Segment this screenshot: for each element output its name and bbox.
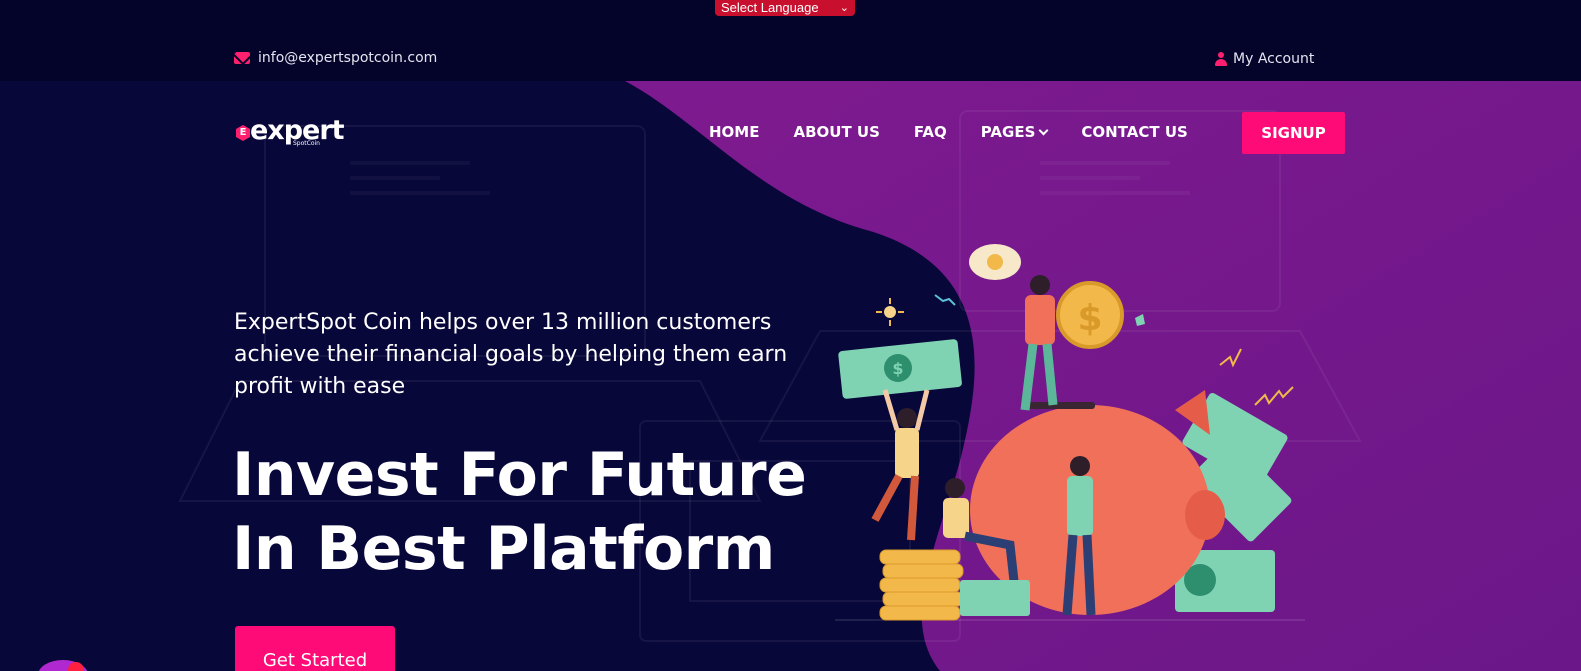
hero-headline: Invest For Future In Best Platform <box>232 438 872 586</box>
coin-stack-icon <box>879 549 964 621</box>
user-icon <box>1215 52 1227 66</box>
hero-intro-text: ExpertSpot Coin helps over 13 million cu… <box>234 310 788 399</box>
main-navigation: HOME ABOUT US FAQ PAGES CONTACT US <box>709 123 1188 141</box>
site-logo[interactable]: E expert SpotCoin <box>236 117 345 147</box>
banknote-icon: $ <box>838 339 962 399</box>
nav-about-us[interactable]: ABOUT US <box>793 123 879 141</box>
account-label[interactable]: My Account <box>1233 51 1314 67</box>
investment-illustration: $ $ <box>835 244 1305 621</box>
nav-faq[interactable]: FAQ <box>914 123 947 141</box>
man-with-coin-figure: $ <box>1020 275 1124 411</box>
language-select-label: Select Language <box>721 0 819 15</box>
nav-contact-us[interactable]: CONTACT US <box>1081 123 1187 141</box>
hero-headline-line2: In Best Platform <box>232 514 775 584</box>
speech-bubble-icon <box>969 244 1021 280</box>
signup-button[interactable]: SIGNUP <box>1242 112 1345 154</box>
chat-notification-badge <box>68 662 84 671</box>
nav-home[interactable]: HOME <box>709 123 759 141</box>
dollar-symbol: $ <box>892 359 903 378</box>
zigzag-icon <box>934 294 956 306</box>
chevron-down-icon: ⌄ <box>839 2 849 14</box>
contact-email[interactable]: info@expertspotcoin.com <box>234 50 437 66</box>
hero-headline-line1: Invest For Future <box>232 440 807 510</box>
logo-badge-icon: E <box>236 125 250 141</box>
email-text[interactable]: info@expertspotcoin.com <box>258 50 437 66</box>
logo-subtext: SpotCoin <box>293 140 320 147</box>
get-started-button[interactable]: Get Started <box>235 626 395 671</box>
nav-pages[interactable]: PAGES <box>980 123 1049 141</box>
envelope-icon <box>234 52 250 64</box>
jumping-person-figure <box>871 389 930 541</box>
nav-pages-label: PAGES <box>980 123 1036 141</box>
my-account-link[interactable]: My Account <box>1215 51 1314 67</box>
language-select[interactable]: Select Language ⌄ <box>715 0 855 16</box>
chevron-down-icon <box>1038 125 1049 135</box>
coin-dollar-symbol: $ <box>1077 298 1102 339</box>
thumbs-up-icon <box>1135 314 1145 326</box>
